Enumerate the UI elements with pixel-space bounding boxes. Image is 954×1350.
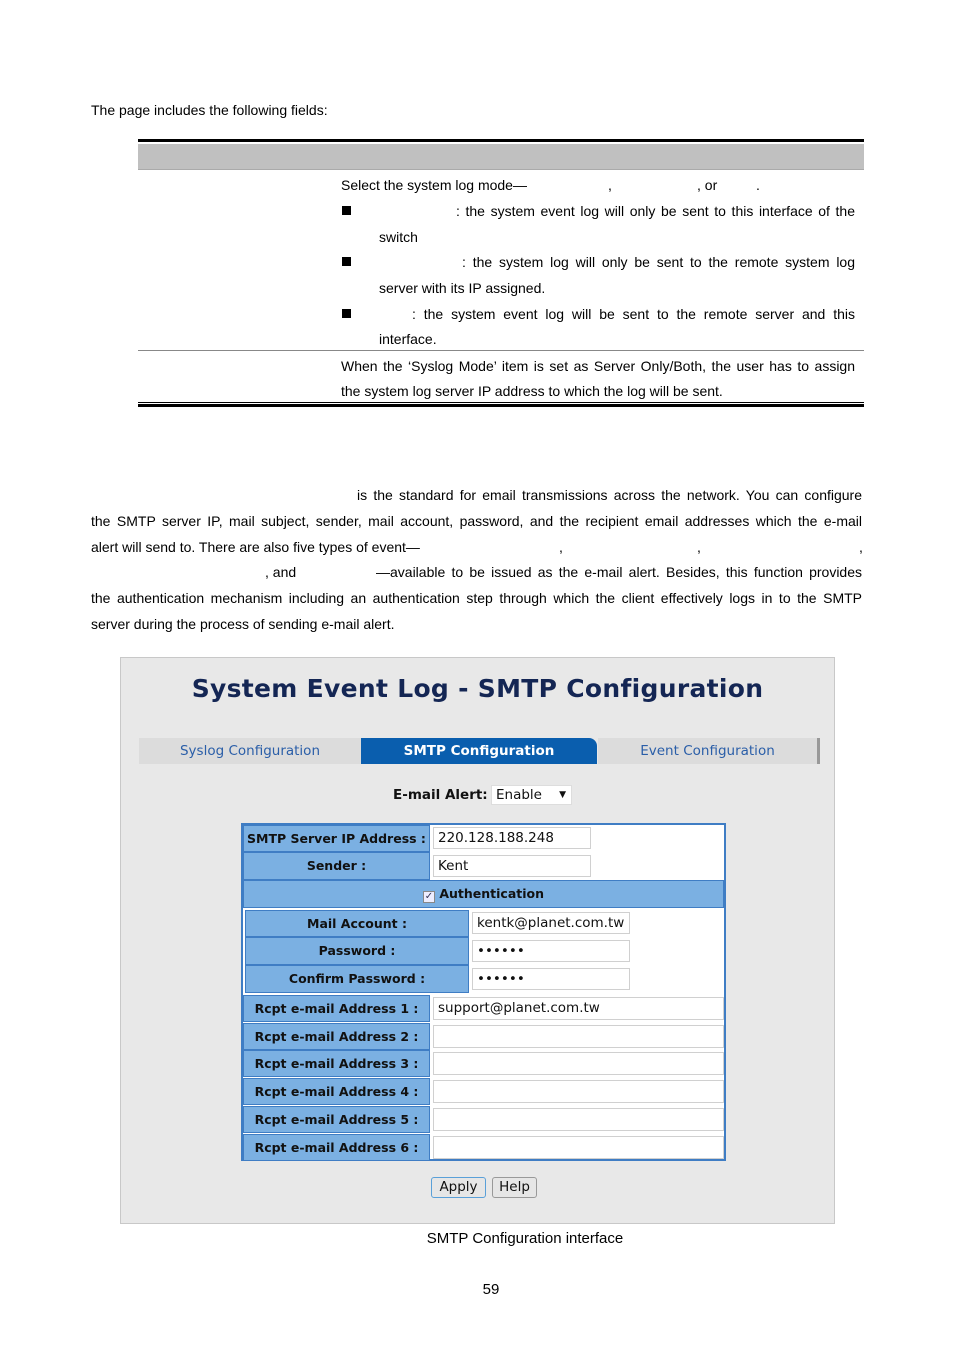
page-title: System Event Log - SMTP Configuration xyxy=(191,674,764,703)
rcpt-email-input[interactable] xyxy=(433,1135,724,1159)
paragraph-comma: , xyxy=(697,539,701,555)
smtp-config-screenshot: System Event Log - SMTP Configuration Sy… xyxy=(120,657,835,1224)
bullet-text: switch xyxy=(379,229,418,245)
email-alert-value: Enable xyxy=(496,787,542,803)
paragraph-line: is the standard for email transmissions … xyxy=(357,487,862,503)
paragraph-line: server during the process of sending e-m… xyxy=(91,616,395,632)
rcpt-label: Rcpt e-mail Address 6 : xyxy=(243,1133,430,1161)
rcpt-label: Rcpt e-mail Address 4 : xyxy=(243,1078,430,1106)
confirm-password-input[interactable]: •••••• xyxy=(472,968,630,990)
help-button[interactable]: Help xyxy=(492,1177,537,1198)
email-alert-select[interactable]: Enable ▼ xyxy=(491,785,572,805)
authentication-checkbox[interactable]: ✓ xyxy=(422,891,435,903)
rcpt-email-input[interactable] xyxy=(433,1024,724,1048)
rcpt-email-input[interactable] xyxy=(433,1080,724,1104)
authentication-label: Authentication xyxy=(439,886,545,901)
server-ip-desc: the system log server IP address to whic… xyxy=(341,383,723,399)
email-alert-label: E-mail Alert: xyxy=(393,787,488,803)
bullet-icon xyxy=(342,257,351,266)
bullet-text: interface. xyxy=(379,331,437,347)
rcpt-label: Rcpt e-mail Address 3 : xyxy=(243,1050,430,1078)
sender-input[interactable]: Kent xyxy=(433,855,591,877)
mode-sep: , xyxy=(608,177,612,193)
mode-sep: . xyxy=(756,177,760,193)
mail-account-label: Mail Account : xyxy=(245,910,469,937)
rcpt-email-input[interactable] xyxy=(433,1052,724,1076)
figure-caption: SMTP Configuration interface xyxy=(426,1230,624,1247)
paragraph-comma: , xyxy=(859,539,863,555)
password-label: Password : xyxy=(245,937,469,965)
server-ip-desc: When the ‘Syslog Mode’ item is set as Se… xyxy=(341,358,855,374)
paragraph-line: —available to be issued as the e-mail al… xyxy=(376,564,862,580)
dropdown-arrow-icon: ▼ xyxy=(559,790,566,800)
bullet-text: : the system event log will be sent to t… xyxy=(412,306,855,322)
rcpt-label: Rcpt e-mail Address 5 : xyxy=(243,1105,430,1133)
bullet-icon xyxy=(342,206,351,215)
smtp-ip-label: SMTP Server IP Address : xyxy=(243,825,430,852)
table-header xyxy=(138,144,864,170)
tab-event-configuration[interactable]: Event Configuration xyxy=(598,738,820,764)
mode-line: Select the system log mode— xyxy=(341,177,527,193)
bullet-text: server with its IP assigned. xyxy=(379,280,546,296)
tab-syslog-configuration[interactable]: Syslog Configuration xyxy=(139,738,361,764)
paragraph-line: the authentication mechanism including a… xyxy=(91,590,862,606)
paragraph-line: alert will send to. There are also five … xyxy=(91,539,420,555)
smtp-ip-input[interactable]: 220.128.188.248 xyxy=(433,827,591,849)
rcpt-email-input[interactable]: support@planet.com.tw xyxy=(433,997,724,1020)
bullet-icon xyxy=(342,309,351,318)
smtp-form: SMTP Server IP Address : 220.128.188.248… xyxy=(241,823,726,1161)
sender-label: Sender : xyxy=(243,852,430,880)
rcpt-email-input[interactable] xyxy=(433,1107,724,1131)
paragraph-line: , and xyxy=(265,564,297,580)
tab-smtp-configuration[interactable]: SMTP Configuration xyxy=(361,738,597,764)
mode-sep: , or xyxy=(697,177,718,193)
rcpt-label: Rcpt e-mail Address 2 : xyxy=(243,1022,430,1050)
bullet-text: : the system log will only be sent to th… xyxy=(462,254,855,270)
confirm-password-label: Confirm Password : xyxy=(245,965,469,993)
intro-text: The page includes the following fields: xyxy=(91,102,328,118)
apply-button[interactable]: Apply xyxy=(431,1177,486,1198)
mail-account-input[interactable]: kentk@planet.com.tw xyxy=(472,912,630,934)
page-number: 59 xyxy=(482,1281,500,1298)
rcpt-label: Rcpt e-mail Address 1 : xyxy=(243,995,430,1022)
paragraph-line: the SMTP server IP, mail subject, sender… xyxy=(91,513,862,529)
authentication-row: ✓ Authentication xyxy=(243,880,724,908)
password-input[interactable]: •••••• xyxy=(472,940,630,962)
bullet-text: : the system event log will only be sent… xyxy=(456,203,855,219)
paragraph-comma: , xyxy=(559,539,563,555)
